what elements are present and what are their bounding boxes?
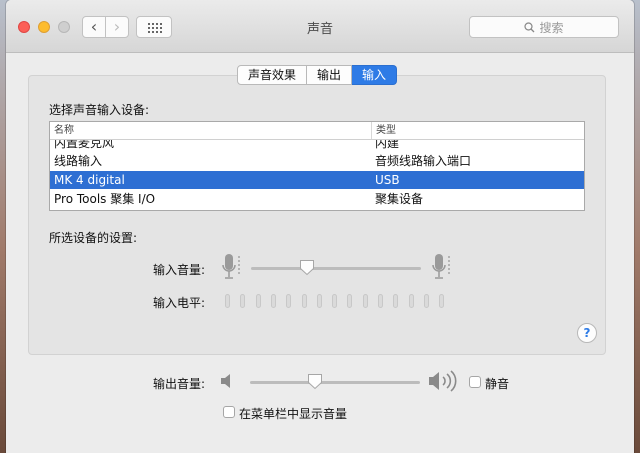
select-device-label: 选择声音输入设备:	[49, 103, 150, 117]
output-volume-slider-thumb[interactable]	[307, 373, 323, 390]
settings-label: 所选设备的设置:	[49, 231, 138, 245]
device-type: 音频线路输入端口	[375, 154, 472, 168]
table-header: 名称 类型	[50, 122, 584, 140]
tab-output[interactable]: 输出	[307, 65, 353, 85]
level-segment	[439, 294, 444, 308]
device-type: USB	[375, 173, 400, 187]
mute-checkbox[interactable]	[469, 376, 481, 388]
device-type: 聚集设备	[375, 192, 424, 206]
level-segment	[378, 294, 383, 308]
microphone-high-icon	[432, 254, 450, 279]
mute-label: 静音	[485, 377, 510, 391]
search-placeholder: 搜索	[539, 20, 564, 35]
level-segment	[347, 294, 352, 308]
level-segment	[240, 294, 245, 308]
input-volume-track[interactable]	[251, 267, 421, 270]
output-volume-label: 输出音量:	[153, 377, 206, 391]
input-panel: 选择声音输入设备: 名称 类型 内置麦克风 内建 线路输入 音频线路输入端口 M…	[28, 75, 606, 355]
content-area: 声音效果 输出 输入 选择声音输入设备: 名称 类型 内置麦克风 内建 线路输入…	[6, 53, 634, 453]
table-row[interactable]: Pro Tools 聚集 I/O 聚集设备	[50, 190, 584, 208]
desktop-background: ‹ › 声音 搜索 声音效果 输出 输入 选择声音输入设备: 名称 类型 内置麦…	[0, 0, 640, 453]
title-bar: ‹ › 声音 搜索	[6, 0, 634, 53]
level-segment	[424, 294, 429, 308]
level-segment	[332, 294, 337, 308]
device-name: 线路输入	[54, 154, 103, 168]
show-volume-in-menubar-label: 在菜单栏中显示音量	[239, 407, 348, 421]
show-volume-in-menubar-checkbox[interactable]	[223, 406, 235, 418]
input-level-meter	[225, 294, 453, 308]
output-volume-track[interactable]	[250, 381, 420, 384]
input-volume-label: 输入音量:	[153, 263, 206, 277]
tab-sound-effects[interactable]: 声音效果	[237, 65, 308, 85]
search-field[interactable]: 搜索	[469, 16, 619, 38]
help-button[interactable]: ?	[577, 323, 597, 343]
level-segment	[256, 294, 261, 308]
search-icon	[524, 21, 535, 32]
level-segment	[271, 294, 276, 308]
level-segment	[302, 294, 307, 308]
level-segment	[409, 294, 414, 308]
device-name: MK 4 digital	[54, 173, 125, 187]
table-row[interactable]: 线路输入 音频线路输入端口	[50, 152, 584, 170]
table-row-selected[interactable]: MK 4 digital USB	[50, 171, 584, 189]
level-segment	[225, 294, 230, 308]
column-header-type[interactable]: 类型	[371, 122, 396, 139]
input-volume-slider-thumb[interactable]	[299, 259, 315, 276]
level-segment	[393, 294, 398, 308]
device-name: Pro Tools 聚集 I/O	[54, 192, 156, 206]
sound-preferences-window: ‹ › 声音 搜索 声音效果 输出 输入 选择声音输入设备: 名称 类型 内置麦…	[6, 0, 634, 453]
column-header-name[interactable]: 名称	[50, 122, 74, 139]
speaker-low-icon	[221, 374, 230, 388]
level-segment	[363, 294, 368, 308]
input-level-label: 输入电平:	[153, 296, 206, 310]
level-segment	[286, 294, 291, 308]
microphone-low-icon	[222, 254, 240, 279]
tab-bar: 声音效果 输出 输入	[237, 65, 398, 85]
level-segment	[317, 294, 322, 308]
speaker-high-icon	[429, 370, 457, 392]
input-device-table[interactable]: 名称 类型 内置麦克风 内建 线路输入 音频线路输入端口 MK 4 digita…	[49, 121, 585, 211]
tab-input[interactable]: 输入	[352, 65, 398, 85]
